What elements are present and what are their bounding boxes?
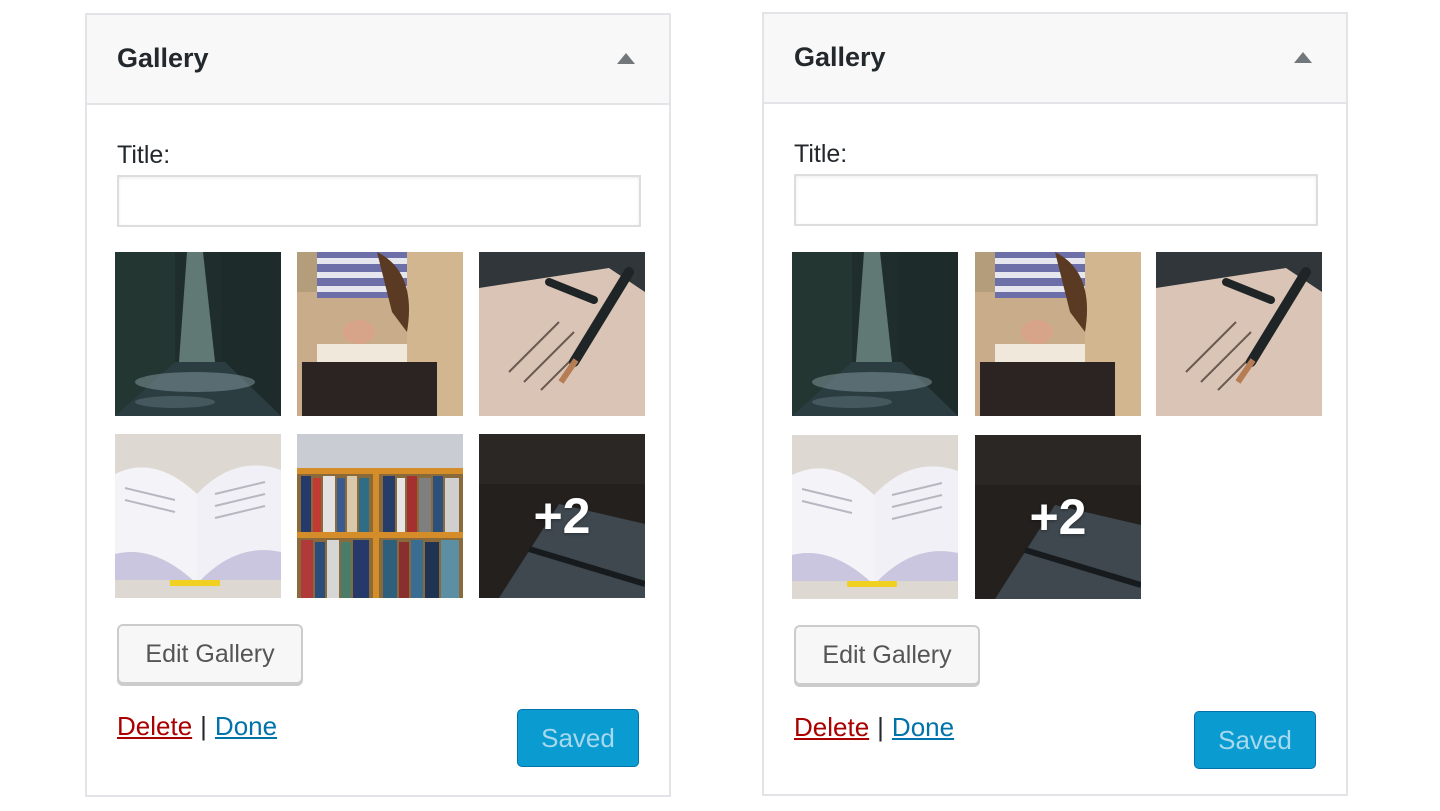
actions-separator: | (877, 712, 884, 742)
forest-road-image (115, 252, 281, 416)
open-book-image (792, 435, 958, 599)
title-field-label: Title: (117, 141, 171, 169)
gallery-thumbnail-forest-road[interactable] (115, 252, 281, 416)
woman-reading-image (975, 252, 1141, 416)
gallery-thumbnail-forest-road[interactable] (792, 252, 958, 416)
forest-road-image (792, 252, 958, 416)
widget-header[interactable]: Gallery (87, 15, 669, 105)
title-input[interactable] (794, 174, 1318, 226)
saved-button[interactable]: Saved (517, 709, 639, 767)
collapse-arrow-icon[interactable] (1294, 52, 1312, 63)
gallery-thumbnail-pen-letter[interactable] (479, 252, 645, 416)
collapse-arrow-icon[interactable] (617, 53, 635, 64)
saved-button[interactable]: Saved (1194, 711, 1316, 769)
done-link[interactable]: Done (215, 711, 277, 741)
done-link[interactable]: Done (892, 712, 954, 742)
delete-link[interactable]: Delete (117, 711, 192, 741)
widget-actions: Delete | Done (794, 712, 954, 743)
widget-title: Gallery (794, 42, 886, 72)
gallery-thumbnail-pen-letter[interactable] (1156, 252, 1322, 416)
more-images-count: +2 (1029, 489, 1087, 545)
gallery-thumbnail-bookshelf[interactable] (297, 434, 463, 598)
open-book-image (115, 434, 281, 598)
gallery-widget-left: Gallery Title: +2 Edit Gallery Delete | … (85, 13, 671, 797)
fountain-pen-letter-image (1156, 252, 1322, 416)
gallery-widget-right: Gallery Title: +2 Edit Gallery Delete | … (762, 12, 1348, 796)
bookshelf-image (297, 434, 463, 598)
fountain-pen-letter-image (479, 252, 645, 416)
widget-actions: Delete | Done (117, 711, 277, 742)
gallery-thumbnail-open-book[interactable] (115, 434, 281, 598)
edit-gallery-button[interactable]: Edit Gallery (117, 624, 303, 684)
edit-gallery-button[interactable]: Edit Gallery (794, 625, 980, 685)
more-images-count: +2 (533, 488, 591, 544)
title-field-label: Title: (794, 140, 848, 168)
actions-separator: | (200, 711, 207, 741)
title-input[interactable] (117, 175, 641, 227)
woman-reading-image (297, 252, 463, 416)
gallery-thumbnail-woman-reading[interactable] (975, 252, 1141, 416)
gallery-thumbnail-notebook-more[interactable]: +2 (975, 435, 1141, 599)
widget-title: Gallery (117, 43, 209, 73)
delete-link[interactable]: Delete (794, 712, 869, 742)
gallery-thumbnail-woman-reading[interactable] (297, 252, 463, 416)
gallery-thumbnail-notebook-more[interactable]: +2 (479, 434, 645, 598)
widget-header[interactable]: Gallery (764, 14, 1346, 104)
gallery-thumbnail-open-book[interactable] (792, 435, 958, 599)
